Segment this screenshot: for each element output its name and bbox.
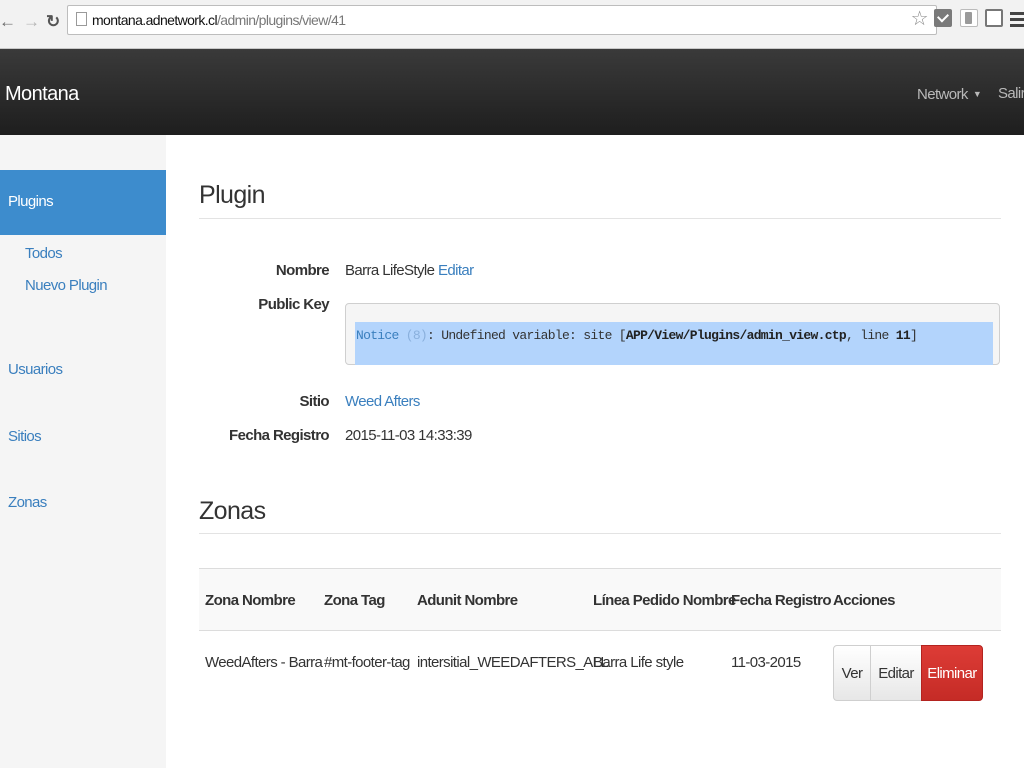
- nombre-value: Barra LifeStyle Editar: [345, 262, 474, 280]
- sitio-label: Sitio: [299, 393, 330, 410]
- plugin-heading: Plugin: [199, 181, 266, 209]
- sitio-link[interactable]: Weed Afters: [345, 393, 420, 411]
- address-bar[interactable]: montana.adnetwork.cl/admin/plugins/view/…: [67, 5, 937, 35]
- top-navbar: Montana Network ▼ Salir: [0, 49, 1024, 135]
- column-header: Zona Tag: [324, 592, 385, 609]
- ver-button[interactable]: Ver: [833, 645, 871, 701]
- sidebar-item-sitios[interactable]: Sitios: [8, 428, 42, 446]
- notice-line-label: , line: [846, 328, 896, 343]
- zonas-heading: Zonas: [199, 497, 266, 525]
- public-key-box: Notice (8): Undefined variable: site [AP…: [345, 303, 1000, 365]
- editar-button[interactable]: Editar: [870, 645, 922, 701]
- divider: [199, 218, 1001, 219]
- edit-plugin-link[interactable]: Editar: [438, 262, 474, 279]
- browser-menu-icon[interactable]: [1010, 12, 1024, 30]
- page-icon: [76, 12, 87, 26]
- divider: [199, 533, 1001, 534]
- sidebar-subitem-nuevo-plugin[interactable]: Nuevo Plugin: [25, 277, 108, 295]
- column-header: Acciones: [833, 592, 896, 609]
- network-label: Network: [917, 86, 968, 103]
- fecha-registro-value: 2015-11-03 14:33:39: [345, 427, 472, 444]
- sidebar-item-plugins[interactable]: Plugins: [0, 170, 166, 235]
- back-icon[interactable]: ←: [0, 12, 16, 32]
- sidebar-item-zonas[interactable]: Zonas: [8, 494, 47, 512]
- bookmark-star-icon[interactable]: ☆: [911, 8, 929, 30]
- extension-check-icon[interactable]: [934, 9, 952, 27]
- cast-icon[interactable]: [985, 9, 1003, 27]
- reload-icon[interactable]: ↻: [46, 12, 60, 32]
- notice-line: 11: [895, 328, 911, 343]
- sidebar-item-usuarios[interactable]: Usuarios: [8, 361, 63, 379]
- browser-toolbar: ← → ↻ montana.adnetwork.cl/admin/plugins…: [0, 0, 1024, 49]
- url-host: montana.adnetwork.cl: [92, 12, 218, 28]
- sidebar-item-label: Plugins: [8, 193, 54, 210]
- column-header: Adunit Nombre: [417, 592, 518, 609]
- zona-tag-cell: #mt-footer-tag: [324, 654, 410, 671]
- url-path: /admin/plugins/view/41: [216, 12, 346, 28]
- extension-phone-icon[interactable]: [960, 9, 978, 27]
- nombre-label: Nombre: [275, 262, 330, 279]
- php-notice: Notice (8): Undefined variable: site [AP…: [356, 328, 918, 344]
- notice-message: : Undefined variable: site [: [427, 328, 627, 343]
- notice-path: APP/View/Plugins/admin_view.ctp: [625, 328, 847, 343]
- notice-end: ]: [909, 328, 918, 343]
- fecha-registro-label: Fecha Registro: [229, 427, 330, 444]
- fecha-cell: 11-03-2015: [731, 654, 801, 671]
- url-text[interactable]: montana.adnetwork.cl/admin/plugins/view/…: [92, 12, 346, 28]
- column-header: Fecha Registro: [731, 592, 832, 609]
- notice-code: (8): [405, 328, 428, 343]
- notice-label: Notice: [356, 328, 399, 343]
- eliminar-button[interactable]: Eliminar: [921, 645, 983, 701]
- network-dropdown[interactable]: Network ▼: [917, 85, 982, 104]
- caret-down-icon: ▼: [972, 89, 982, 99]
- linea-pedido-cell: Barra Life style: [593, 654, 684, 671]
- plugin-name: Barra LifeStyle: [345, 262, 435, 279]
- zona-nombre-cell: WeedAfters - Barra: [205, 654, 323, 671]
- public-key-label: Public Key: [258, 296, 329, 313]
- forward-icon[interactable]: →: [23, 12, 40, 32]
- brand-logo[interactable]: Montana: [5, 82, 79, 106]
- column-header: Zona Nombre: [205, 592, 296, 609]
- column-header: Línea Pedido Nombre: [593, 592, 736, 609]
- table-border: [199, 630, 1001, 631]
- sidebar: Plugins Todos Nuevo Plugin Usuarios Siti…: [0, 135, 166, 768]
- adunit-nombre-cell: intersitial_WEEDAFTERS_ALL: [417, 654, 609, 671]
- sidebar-subitem-todos[interactable]: Todos: [25, 245, 63, 263]
- logout-link[interactable]: Salir: [998, 85, 1024, 103]
